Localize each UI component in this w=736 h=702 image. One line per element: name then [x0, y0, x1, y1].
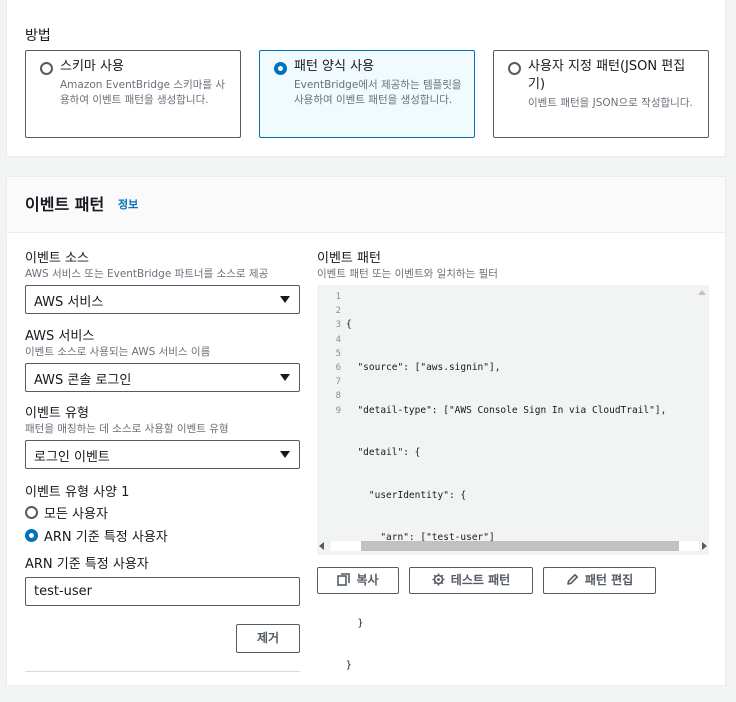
radio-all-users[interactable]: 모든 사용자: [25, 503, 108, 522]
aws-service-desc: 이벤트 소스로 사용되는 AWS 서비스 이름: [25, 346, 211, 358]
line-number: 8: [335, 391, 341, 402]
copy-button-label: 복사: [356, 573, 379, 587]
remove-button[interactable]: 제거: [236, 624, 300, 653]
method-option-custom-json-desc: 이벤트 패턴을 JSON으로 작성합니다.: [528, 97, 693, 109]
copy-button[interactable]: 복사: [317, 567, 399, 594]
code-line: "source": ["aws.signin"],: [346, 362, 501, 374]
aws-service-select[interactable]: AWS 콘솔 로그인: [25, 363, 300, 392]
pencil-icon: [567, 574, 578, 585]
event-pattern-panel: 이벤트 패턴 정보 이벤트 소스 AWS 서비스 또는 EventBridge …: [6, 176, 726, 686]
line-number: 2: [335, 306, 341, 317]
radio-custom-json[interactable]: [508, 62, 521, 75]
event-source-value: AWS 서비스: [34, 295, 104, 310]
radio-specific-users[interactable]: ARN 기준 특정 사용자: [25, 526, 168, 545]
method-label: 방법: [25, 28, 51, 44]
event-type-desc: 패턴을 매칭하는 데 소스로 사용할 이벤트 유형: [25, 423, 229, 435]
method-option-schema-title: 스키마 사용: [60, 59, 124, 74]
event-source-select[interactable]: AWS 서비스: [25, 285, 300, 314]
pattern-panel-label: 이벤트 패턴: [317, 251, 381, 266]
caret-down-icon: [280, 374, 290, 381]
caret-down-icon: [280, 296, 290, 303]
method-option-schema-desc: Amazon EventBridge 스키마를 사용하여 이벤트 패턴을 생성합…: [60, 79, 226, 106]
event-source-desc: AWS 서비스 또는 EventBridge 파트너를 소스로 제공: [25, 268, 269, 280]
code-line: }: [346, 660, 352, 672]
line-number: 1: [335, 292, 341, 302]
method-option-pattern-form-desc: EventBridge에서 제공하는 템플릿을 사용하여 이벤트 패턴을 생성합…: [294, 79, 462, 106]
caret-down-icon: [280, 451, 290, 458]
line-number: 3: [335, 320, 341, 331]
event-type-select[interactable]: 로그인 이벤트: [25, 440, 300, 469]
pattern-panel-desc: 이벤트 패턴 또는 이벤트와 일치하는 필터: [317, 268, 498, 280]
info-link[interactable]: 정보: [118, 196, 138, 212]
line-number: 9: [335, 405, 341, 416]
horizontal-scrollbar[interactable]: [331, 541, 699, 551]
line-numbers: 1 2 3 4 5 6 7 8 9: [317, 290, 341, 418]
code-line: }: [346, 617, 364, 629]
arn-users-label: ARN 기준 특정 사용자: [25, 557, 149, 572]
method-option-pattern-form[interactable]: 패턴 양식 사용 EventBridge에서 제공하는 템플릿을 사용하여 이벤…: [259, 50, 475, 138]
event-type-label: 이벤트 유형: [25, 406, 89, 421]
line-number: 4: [335, 334, 341, 345]
code-line: "detail": {: [346, 447, 421, 459]
scroll-up-icon[interactable]: [698, 290, 706, 295]
scroll-left-icon[interactable]: [319, 542, 324, 550]
event-type-spec-label: 이벤트 유형 사양 1: [25, 485, 130, 500]
line-number: 7: [335, 377, 341, 388]
radio-pattern-form[interactable]: [274, 62, 287, 75]
method-option-schema[interactable]: 스키마 사용 Amazon EventBridge 스키마를 사용하여 이벤트 …: [25, 50, 241, 138]
aws-service-value: AWS 콘솔 로그인: [34, 373, 132, 388]
line-number: 6: [335, 363, 341, 374]
edit-pattern-button-label: 패턴 편집: [584, 573, 634, 587]
code-line: {: [346, 319, 352, 331]
aws-service-label: AWS 서비스: [25, 329, 95, 344]
radio-all-users-control[interactable]: [25, 506, 38, 519]
test-pattern-button[interactable]: 테스트 패턴: [409, 567, 533, 594]
scrollbar-thumb[interactable]: [361, 541, 679, 551]
radio-specific-users-label: ARN 기준 특정 사용자: [44, 530, 168, 545]
method-option-custom-json-title: 사용자 지정 패턴(JSON 편집기): [528, 59, 686, 92]
event-pattern-header: 이벤트 패턴 정보: [7, 177, 725, 233]
method-option-custom-json[interactable]: 사용자 지정 패턴(JSON 편집기) 이벤트 패턴을 JSON으로 작성합니다…: [493, 50, 709, 138]
code-text: { "source": ["aws.signin"], "detail-type…: [346, 290, 666, 702]
test-pattern-button-label: 테스트 패턴: [450, 573, 511, 587]
copy-icon: [337, 573, 351, 586]
edit-pattern-button[interactable]: 패턴 편집: [543, 567, 656, 594]
radio-specific-users-control[interactable]: [25, 529, 38, 542]
scroll-right-icon[interactable]: [702, 542, 707, 550]
event-source-label: 이벤트 소스: [25, 251, 89, 266]
method-option-pattern-form-title: 패턴 양식 사용: [294, 59, 375, 74]
method-panel: 방법 스키마 사용 Amazon EventBridge 스키마를 사용하여 이…: [6, 0, 726, 157]
arn-users-input[interactable]: test-user: [25, 577, 300, 606]
event-pattern-heading: 이벤트 패턴: [25, 195, 105, 214]
radio-all-users-label: 모든 사용자: [44, 507, 108, 522]
radio-schema[interactable]: [40, 62, 53, 75]
event-type-value: 로그인 이벤트: [34, 450, 110, 465]
gear-icon: [432, 573, 445, 586]
pattern-code-editor[interactable]: 1 2 3 4 5 6 7 8 9 { "source": ["aws.sign…: [317, 285, 709, 671]
code-line: "userIdentity": {: [346, 489, 467, 501]
code-line: "detail-type": ["AWS Console Sign In via…: [346, 404, 667, 416]
line-number: 5: [335, 348, 341, 359]
